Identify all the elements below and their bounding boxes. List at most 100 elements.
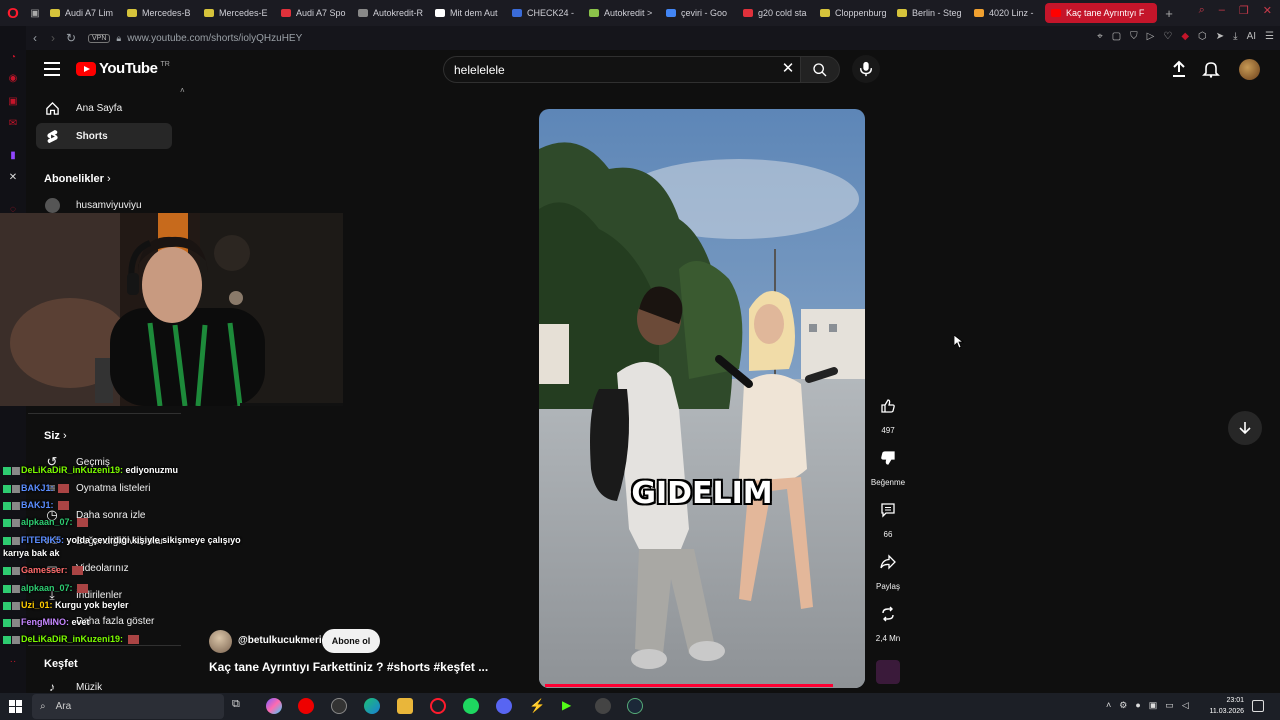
- youtube-app-icon[interactable]: [298, 698, 314, 714]
- file-explorer-icon[interactable]: [397, 698, 413, 714]
- tab-favicon-icon: [127, 9, 137, 17]
- browser-tab[interactable]: Mercedes-E: [198, 3, 273, 23]
- tray-chevron-icon[interactable]: ˄: [1106, 700, 1111, 711]
- extension-icon[interactable]: ◆: [1181, 31, 1189, 42]
- taskbar-search-box[interactable]: ⌕ Ara: [32, 694, 224, 719]
- more-icon[interactable]: ··: [7, 656, 19, 668]
- sidebar-item-label: husamviyuviyu: [76, 199, 142, 211]
- scroll-up-arrow-icon[interactable]: ˄: [180, 86, 185, 95]
- next-short-button[interactable]: [1228, 411, 1262, 445]
- search-icon: [813, 62, 827, 76]
- taskbar-clock[interactable]: 23:01 11.03.2026: [1204, 695, 1244, 717]
- browser-tab[interactable]: Cloppenburg: [814, 3, 889, 23]
- channel-name-link[interactable]: @betulkucukmeric: [238, 635, 327, 646]
- sidebar-item-shorts[interactable]: Shorts: [36, 123, 172, 149]
- voice-search-button[interactable]: [852, 55, 880, 83]
- maximize-button[interactable]: ❐: [1239, 4, 1249, 17]
- create-upload-icon[interactable]: [1170, 60, 1188, 78]
- volume-icon[interactable]: ◁: [1182, 700, 1189, 711]
- mail-icon[interactable]: ✉: [7, 118, 19, 130]
- guide-menu-icon[interactable]: [44, 62, 60, 76]
- browser-tab[interactable]: Kaç tane Ayrıntıyı F: [1045, 3, 1157, 23]
- messenger-icon[interactable]: ◉: [7, 73, 19, 85]
- notifications-bell-icon[interactable]: [1202, 60, 1220, 78]
- dislike-button[interactable]: [873, 443, 903, 473]
- browser-tab[interactable]: Audi A7 Lim: [44, 3, 119, 23]
- puzzle-icon[interactable]: ⬡: [1198, 31, 1207, 42]
- aria-icon[interactable]: ◔: [7, 52, 19, 64]
- valorant-icon[interactable]: ⚡: [529, 698, 545, 714]
- obs-icon[interactable]: [595, 698, 611, 714]
- browser-tab[interactable]: Berlin - Steg: [891, 3, 966, 23]
- heart-icon[interactable]: ♡: [1163, 31, 1172, 42]
- tray-app-icon[interactable]: ⚙: [1119, 700, 1127, 711]
- browser-tab[interactable]: Mit dem Aut: [429, 3, 504, 23]
- browser-tab[interactable]: Audi A7 Spo: [275, 3, 350, 23]
- browser-tab[interactable]: Autokredit-R: [352, 3, 427, 23]
- tray-app-icon[interactable]: ▣: [1149, 700, 1158, 711]
- windows-start-icon[interactable]: [9, 700, 22, 713]
- search-tabs-icon[interactable]: ⌕: [1199, 4, 1205, 17]
- new-tab-button[interactable]: +: [1159, 6, 1179, 21]
- opera-logo-icon[interactable]: O: [0, 0, 26, 26]
- search-button[interactable]: [800, 56, 840, 83]
- ai-button[interactable]: AI: [1247, 31, 1256, 42]
- sound-thumbnail[interactable]: [876, 660, 900, 684]
- shield-icon[interactable]: ⛉: [1130, 31, 1138, 42]
- browser-tab[interactable]: Mercedes-B: [121, 3, 196, 23]
- browser-tab[interactable]: CHECK24 -: [506, 3, 581, 23]
- shorts-video-player[interactable]: [539, 109, 865, 688]
- instagram-icon[interactable]: ▣: [7, 96, 19, 108]
- network-icon[interactable]: ▭: [1165, 700, 1174, 711]
- twitch-icon[interactable]: ▮: [7, 150, 19, 162]
- opera-taskbar-icon[interactable]: [430, 698, 446, 714]
- browser-tab[interactable]: Autokredit >: [583, 3, 658, 23]
- search-input[interactable]: helelelele: [443, 56, 800, 83]
- snapshot-icon[interactable]: ▢: [1112, 31, 1121, 42]
- video-progress-bar[interactable]: [545, 684, 833, 687]
- vpn-badge[interactable]: VPN: [88, 33, 111, 43]
- kick-icon[interactable]: ▶: [562, 698, 578, 714]
- remix-button[interactable]: [873, 599, 903, 629]
- microphone-tray-icon[interactable]: ●: [1135, 700, 1140, 711]
- account-avatar[interactable]: [1239, 59, 1260, 80]
- browser-tab[interactable]: çeviri - Goo: [660, 3, 735, 23]
- sidebar-item-home[interactable]: Ana Sayfa: [36, 95, 172, 121]
- download-icon[interactable]: ⤓: [1233, 31, 1237, 42]
- tab-label: g20 cold sta: [758, 8, 807, 18]
- back-button[interactable]: ‹: [26, 31, 44, 45]
- notifications-icon[interactable]: [1252, 700, 1264, 712]
- browser-tab[interactable]: 4020 Linz -: [968, 3, 1043, 23]
- steam-icon[interactable]: [627, 698, 643, 714]
- browser-tab[interactable]: g20 cold sta: [737, 3, 812, 23]
- workspaces-icon[interactable]: ▣: [26, 8, 44, 19]
- send-icon[interactable]: ➤: [1216, 31, 1224, 42]
- channel-avatar[interactable]: [209, 630, 232, 653]
- play-icon[interactable]: ▷: [1147, 31, 1155, 42]
- chat-text: yolda çevirdiği kişiyle sikişmeye çalışı…: [66, 535, 241, 545]
- app-icon[interactable]: [331, 698, 347, 714]
- edge-icon[interactable]: [364, 698, 380, 714]
- clear-search-icon[interactable]: ✕: [778, 59, 798, 79]
- spotify-icon[interactable]: [463, 698, 479, 714]
- menu-icon[interactable]: ☰: [1265, 31, 1274, 42]
- x-icon[interactable]: ✕: [7, 172, 19, 184]
- discord-icon[interactable]: [496, 698, 512, 714]
- like-button[interactable]: [873, 391, 903, 421]
- task-view-icon[interactable]: ⧉: [232, 698, 248, 714]
- forward-button[interactable]: ›: [44, 31, 62, 45]
- minimize-button[interactable]: –: [1219, 4, 1225, 17]
- you-header[interactable]: Siz ›: [44, 430, 67, 442]
- short-title[interactable]: Kaç tane Ayrıntıyı Farkettiniz ? #shorts…: [209, 660, 488, 674]
- comments-button[interactable]: [873, 495, 903, 525]
- reload-button[interactable]: ↻: [62, 31, 80, 45]
- youtube-logo[interactable]: YouTube TR: [76, 60, 170, 77]
- subscriptions-header[interactable]: Abonelikler ›: [44, 173, 111, 185]
- url-field[interactable]: www.youtube.com/shorts/iolyQHzuHEY: [127, 33, 302, 44]
- pin-icon[interactable]: ⌖: [1097, 31, 1103, 42]
- share-button[interactable]: [873, 547, 903, 577]
- close-window-button[interactable]: ✕: [1263, 4, 1272, 17]
- subscribe-button[interactable]: Abone ol: [322, 629, 380, 653]
- chat-message: alpkaan_07:: [3, 583, 89, 594]
- copilot-icon[interactable]: [266, 698, 282, 714]
